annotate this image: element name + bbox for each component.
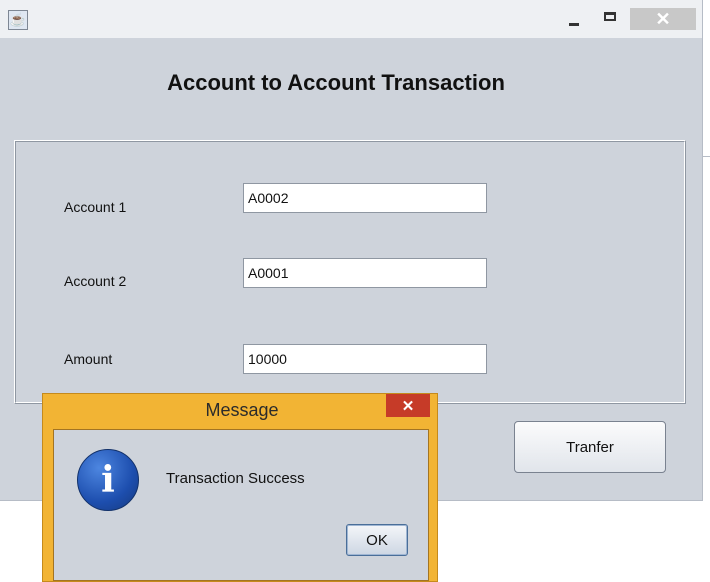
form-heading: Account to Account Transaction — [167, 70, 505, 95]
title-bar[interactable]: ☕ ✕ — [0, 0, 702, 38]
maximize-button[interactable] — [596, 8, 624, 30]
form-panel: Account 1 Account 2 Amount — [14, 140, 686, 404]
dialog-body: i Transaction Success OK — [53, 429, 429, 581]
java-app-icon: ☕ — [8, 10, 28, 30]
account1-label: Account 1 — [64, 199, 127, 215]
message-dialog: Message ✕ i Transaction Success OK — [42, 393, 438, 582]
amount-label: Amount — [64, 351, 113, 367]
transfer-button[interactable]: Tranfer — [514, 421, 666, 473]
account1-input[interactable] — [243, 183, 487, 213]
minimize-button[interactable] — [560, 10, 588, 30]
dialog-title: Message — [205, 400, 279, 420]
background-edge-line — [702, 156, 710, 157]
info-icon: i — [77, 449, 139, 511]
dialog-message: Transaction Success — [166, 470, 305, 487]
ok-button[interactable]: OK — [346, 524, 408, 556]
window-close-button[interactable]: ✕ — [630, 8, 696, 30]
dialog-close-button[interactable]: ✕ — [386, 394, 430, 417]
account2-label: Account 2 — [64, 273, 127, 289]
info-icon-glyph: i — [101, 459, 115, 501]
amount-input[interactable] — [243, 344, 487, 374]
account2-input[interactable] — [243, 258, 487, 288]
